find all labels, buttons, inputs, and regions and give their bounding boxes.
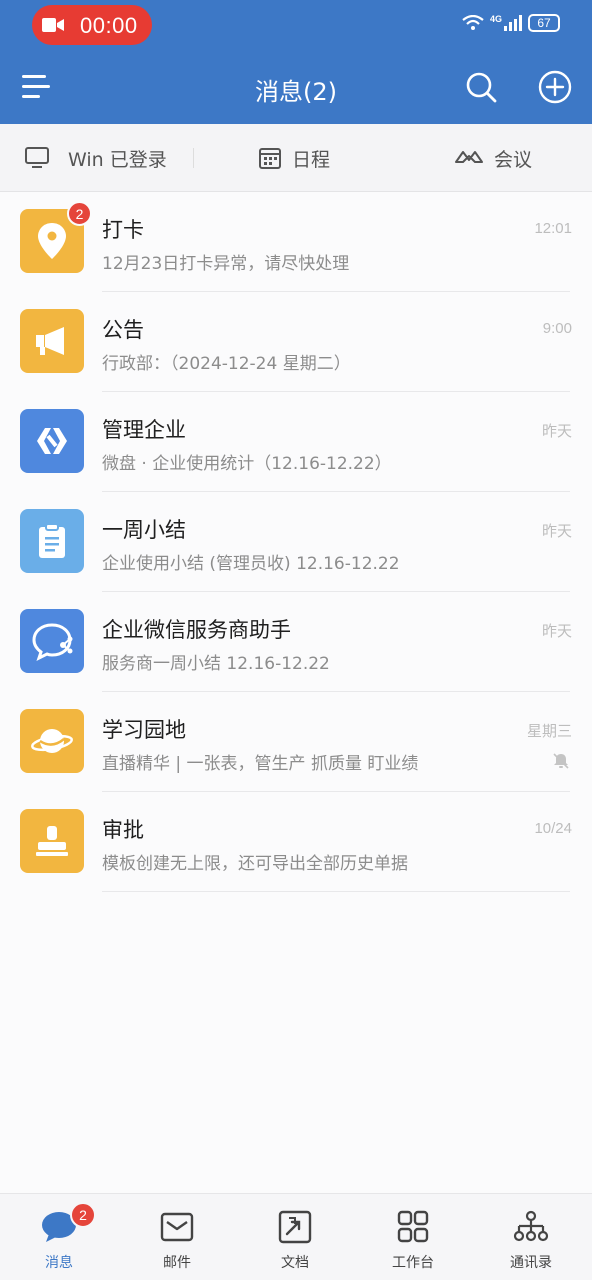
conversation-time: 昨天: [541, 523, 572, 540]
divider: [193, 148, 194, 168]
divider: [102, 891, 570, 892]
conversation-preview: 行政部：（2024-12-24 星期二）: [102, 354, 351, 374]
conversation-name: 管理企业: [102, 418, 186, 442]
video-camera-icon: [42, 18, 64, 32]
system-icons: 4G 67: [462, 14, 560, 32]
recording-time: 00:00: [80, 13, 138, 38]
message-list: 2 打卡 12月23日打卡异常，请尽快处理 12:01 公告 行政部：（2024…: [0, 192, 592, 892]
mute-bell-icon: [553, 753, 569, 769]
weekly-summary-avatar: [20, 509, 84, 573]
search-icon[interactable]: [464, 70, 498, 104]
stamp-icon: [36, 826, 68, 856]
meeting-button[interactable]: 会议: [454, 124, 532, 192]
tab-docs[interactable]: 文档: [236, 1194, 354, 1280]
calendar-icon: [259, 148, 281, 169]
announcement-avatar: [20, 309, 84, 373]
conversation-name: 一周小结: [102, 518, 186, 542]
conversation-weekly-summary[interactable]: 一周小结 企业使用小结 (管理员收) 12.16-12.22 昨天: [0, 492, 592, 592]
conversation-preview: 微盘 · 企业使用统计（12.16-12.22）: [102, 454, 392, 474]
org-chart-icon: [513, 1210, 549, 1242]
meeting-label: 会议: [494, 148, 533, 171]
bottom-navigation: 2 消息 邮件 文档 工作台 通讯录: [0, 1193, 592, 1280]
status-bar: 00:00 4G 67: [0, 0, 592, 50]
conversation-time: 9:00: [542, 320, 572, 337]
tab-label: 消息: [45, 1255, 73, 1271]
conversation-name: 企业微信服务商助手: [102, 618, 291, 642]
conversation-time: 12:01: [534, 220, 572, 237]
app-header: 消息(2): [0, 50, 592, 124]
conversation-preview: 12月23日打卡异常，请尽快处理: [102, 254, 350, 274]
unread-badge: 2: [70, 1202, 96, 1228]
network-type: 4G: [489, 14, 502, 24]
battery-level: 67: [537, 16, 551, 30]
conversation-time: 10/24: [534, 820, 572, 837]
conversation-time: 昨天: [541, 423, 572, 440]
tab-label: 通讯录: [510, 1255, 552, 1271]
conversation-preview: 模板创建无上限，还可导出全部历史单据: [102, 854, 408, 874]
tab-mail[interactable]: 邮件: [118, 1194, 236, 1280]
unread-badge: 2: [67, 201, 92, 226]
document-icon: [278, 1210, 312, 1244]
page-title: 消息(2): [255, 78, 337, 106]
conversation-manage-enterprise[interactable]: 管理企业 微盘 · 企业使用统计（12.16-12.22） 昨天: [0, 392, 592, 492]
screen-recording-indicator[interactable]: 00:00: [32, 5, 152, 45]
conversation-name: 审批: [102, 818, 144, 842]
tab-label: 工作台: [392, 1255, 434, 1271]
schedule-label: 日程: [292, 148, 331, 171]
location-pin-icon: [38, 223, 66, 259]
wifi-icon: [462, 15, 484, 30]
learning-garden-avatar: [20, 709, 84, 773]
grid-icon: [397, 1210, 429, 1243]
conversation-learning-garden[interactable]: 学习园地 直播精华 | 一张表，管生产 抓质量 盯业绩 星期三: [0, 692, 592, 792]
chat-bubble-icon: [32, 623, 73, 661]
conversation-name: 打卡: [102, 218, 144, 242]
conversation-name: 公告: [102, 318, 144, 342]
conversation-time: 昨天: [541, 623, 572, 640]
conversation-checkin[interactable]: 2 打卡 12月23日打卡异常，请尽快处理 12:01: [0, 192, 592, 292]
conversation-service-provider-assistant[interactable]: 企业微信服务商助手 服务商一周小结 12.16-12.22 昨天: [0, 592, 592, 692]
clipboard-icon: [39, 523, 65, 558]
desktop-login-status[interactable]: Win 已登录: [24, 124, 167, 192]
conversation-preview: 直播精华 | 一张表，管生产 抓质量 盯业绩: [102, 754, 419, 774]
approval-avatar: [20, 809, 84, 873]
schedule-button[interactable]: 日程: [258, 124, 330, 192]
mail-icon: [160, 1212, 194, 1242]
conversation-announcement[interactable]: 公告 行政部：（2024-12-24 星期二） 9:00: [0, 292, 592, 392]
meeting-icon: [455, 151, 483, 163]
conversation-preview: 企业使用小结 (管理员收) 12.16-12.22: [102, 554, 400, 574]
add-icon[interactable]: [538, 70, 572, 104]
tab-label: 文档: [281, 1255, 309, 1271]
megaphone-icon: [36, 327, 64, 355]
tab-contacts[interactable]: 通讯录: [472, 1194, 590, 1280]
conversation-preview: 服务商一周小结 12.16-12.22: [102, 654, 330, 674]
signal-icon: [504, 15, 522, 31]
conversation-time: 星期三: [526, 723, 572, 740]
planet-icon: [31, 729, 73, 753]
tab-workbench[interactable]: 工作台: [354, 1194, 472, 1280]
manage-enterprise-icon: [37, 428, 67, 454]
battery-icon: 67: [528, 14, 560, 32]
service-provider-avatar: [20, 609, 84, 673]
quick-action-bar: Win 已登录 日程 会议: [0, 124, 592, 192]
login-status-label: Win 已登录: [68, 148, 167, 171]
conversation-name: 学习园地: [102, 718, 186, 742]
manage-enterprise-avatar: [20, 409, 84, 473]
conversation-approval[interactable]: 审批 模板创建无上限，还可导出全部历史单据 10/24: [0, 792, 592, 892]
tab-label: 邮件: [163, 1255, 191, 1271]
tab-messages[interactable]: 2 消息: [0, 1194, 118, 1280]
monitor-icon: [25, 147, 49, 168]
top-bar: 00:00 4G 67 消息(2): [0, 0, 592, 124]
